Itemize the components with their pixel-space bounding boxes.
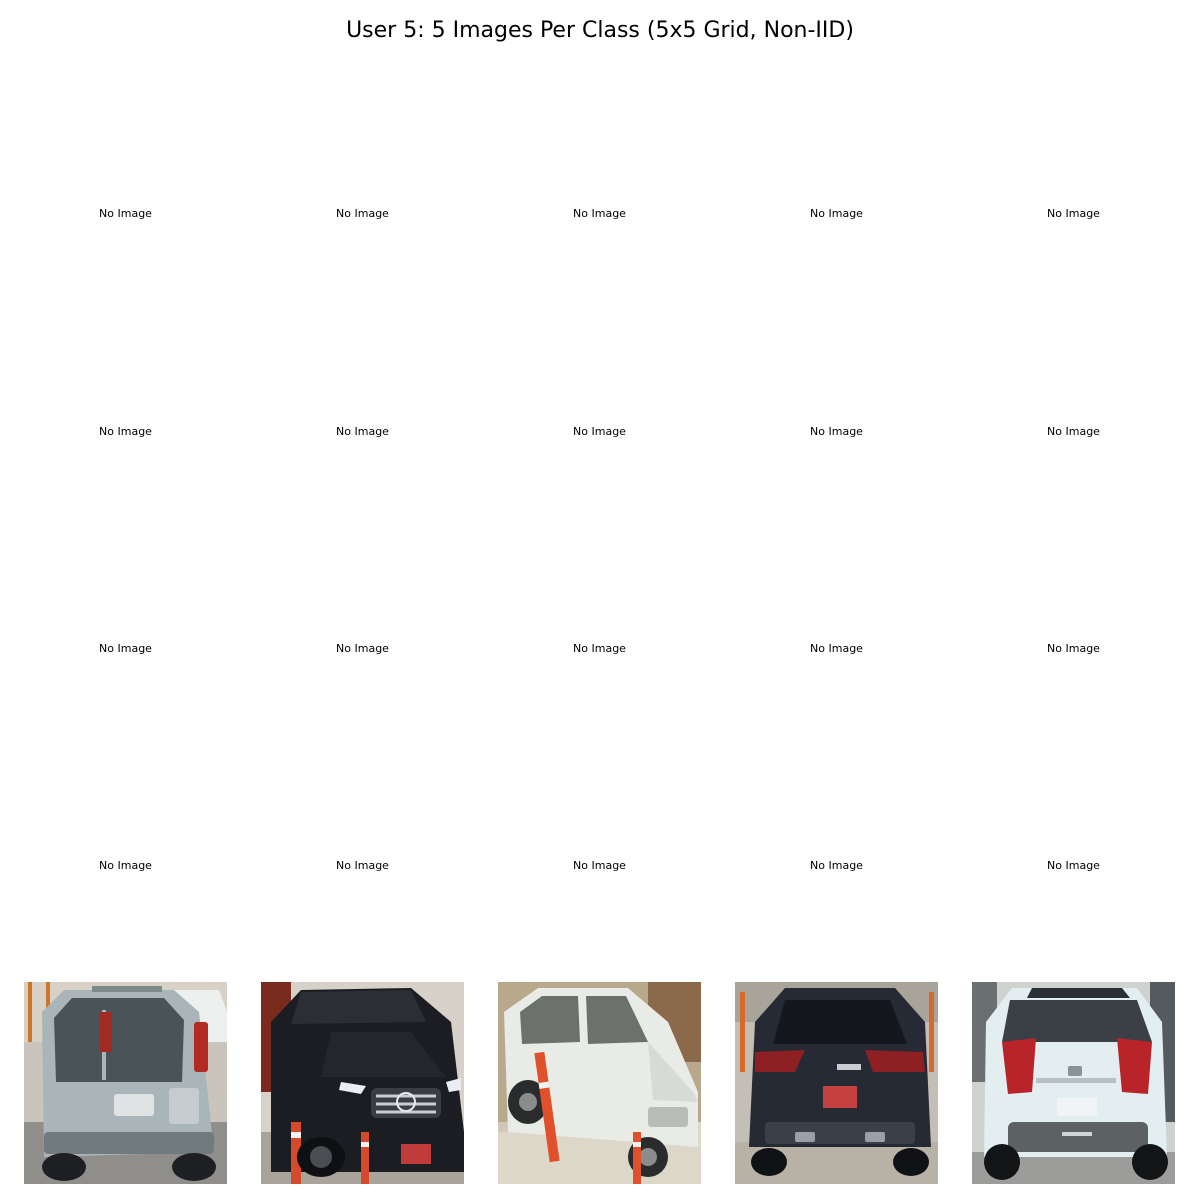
no-image-placeholder: No Image	[810, 424, 863, 438]
no-image-placeholder: No Image	[336, 424, 389, 438]
grid-cell: No Image	[498, 112, 701, 314]
grid-cell: No Image	[261, 330, 464, 532]
grid-cell: No Image	[735, 547, 938, 749]
car-photo-silver-suv	[24, 982, 227, 1184]
car-illustration	[972, 982, 1175, 1184]
grid-cell: No Image	[24, 112, 227, 314]
grid-cell: No Image	[498, 330, 701, 532]
car-illustration	[261, 982, 464, 1184]
no-image-placeholder: No Image	[573, 206, 626, 220]
no-image-placeholder: No Image	[1047, 641, 1100, 655]
grid-cell: No Image	[261, 547, 464, 749]
grid-cell: No Image	[972, 112, 1175, 314]
figure-title: User 5: 5 Images Per Class (5x5 Grid, No…	[346, 18, 854, 43]
no-image-placeholder: No Image	[810, 206, 863, 220]
no-image-placeholder: No Image	[99, 206, 152, 220]
car-illustration	[24, 982, 227, 1184]
grid-cell: No Image	[735, 764, 938, 966]
grid-cell	[972, 982, 1175, 1184]
grid-cell	[261, 982, 464, 1184]
grid-cell: No Image	[972, 330, 1175, 532]
grid-cell: No Image	[972, 764, 1175, 966]
no-image-placeholder: No Image	[99, 424, 152, 438]
no-image-placeholder: No Image	[99, 858, 152, 872]
car-photo-white-suv	[498, 982, 701, 1184]
car-illustration	[735, 982, 938, 1184]
grid-cell	[498, 982, 701, 1184]
no-image-placeholder: No Image	[336, 206, 389, 220]
no-image-placeholder: No Image	[1047, 206, 1100, 220]
no-image-placeholder: No Image	[573, 641, 626, 655]
no-image-placeholder: No Image	[336, 641, 389, 655]
no-image-placeholder: No Image	[810, 641, 863, 655]
grid-cell: No Image	[24, 764, 227, 966]
car-photo-black-suv	[261, 982, 464, 1184]
grid-cell: No Image	[735, 112, 938, 314]
car-illustration	[498, 982, 701, 1184]
no-image-placeholder: No Image	[1047, 858, 1100, 872]
no-image-placeholder: No Image	[810, 858, 863, 872]
no-image-placeholder: No Image	[336, 858, 389, 872]
no-image-placeholder: No Image	[1047, 424, 1100, 438]
no-image-placeholder: No Image	[573, 424, 626, 438]
no-image-placeholder: No Image	[573, 858, 626, 872]
grid-cell: No Image	[261, 764, 464, 966]
no-image-placeholder: No Image	[99, 641, 152, 655]
grid-cell: No Image	[498, 764, 701, 966]
car-photo-white-suv-rear	[972, 982, 1175, 1184]
car-photo-dark-suv	[735, 982, 938, 1184]
grid-cell: No Image	[735, 330, 938, 532]
grid-cell: No Image	[24, 330, 227, 532]
grid-cell	[735, 982, 938, 1184]
grid-cell: No Image	[972, 547, 1175, 749]
grid-cell	[24, 982, 227, 1184]
grid-cell: No Image	[498, 547, 701, 749]
grid-cell: No Image	[261, 112, 464, 314]
grid-cell: No Image	[24, 547, 227, 749]
